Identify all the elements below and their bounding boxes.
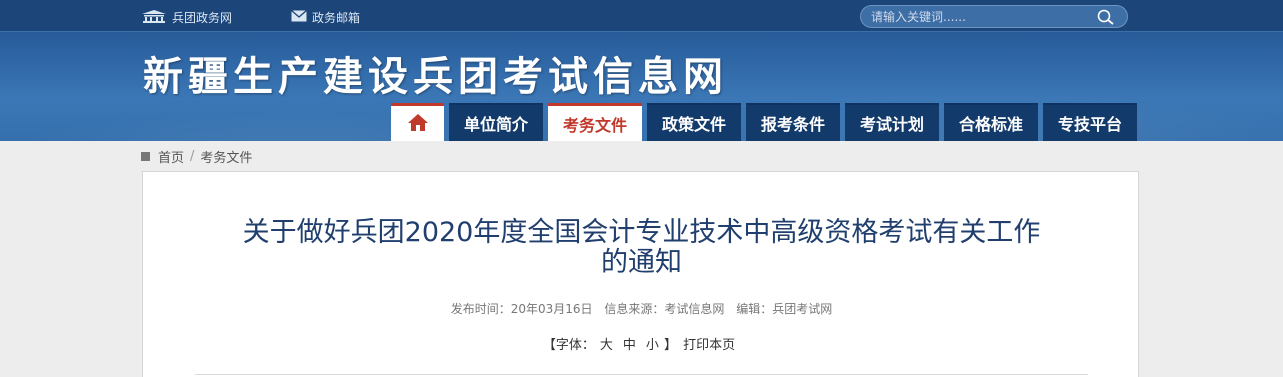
article-title-line-2: 的通知 <box>601 247 682 278</box>
site-title: 新疆生产建设兵团考试信息网 <box>143 53 728 100</box>
link-gov-mail[interactable]: 政务邮箱 <box>291 8 360 26</box>
link-label: 政务邮箱 <box>312 10 361 25</box>
mail-icon <box>291 9 307 25</box>
nav-item-tech-platform[interactable]: 专技平台 <box>1043 103 1137 141</box>
breadcrumb-current[interactable]: 考务文件 <box>200 147 252 166</box>
print-button[interactable]: 打印本页 <box>683 338 735 353</box>
breadcrumb-square-icon <box>141 151 150 161</box>
nav-label: 合格标准 <box>958 115 1023 134</box>
link-label: 兵团政务网 <box>172 10 233 25</box>
nav-label: 考务文件 <box>562 115 627 135</box>
info-source: 信息来源：考试信息网 <box>604 302 725 316</box>
nav-item-unit-intro[interactable]: 单位简介 <box>449 103 543 141</box>
font-small-button[interactable]: 小 <box>646 338 659 353</box>
main-nav: 单位简介 考务文件 政策文件 报考条件 考试计划 合格标准 专技平台 <box>391 103 1142 141</box>
content-divider <box>195 374 1088 375</box>
nav-label: 报考条件 <box>760 115 825 134</box>
font-size-suffix: 】 <box>663 338 677 353</box>
font-large-button[interactable]: 大 <box>600 338 613 353</box>
top-bar: 兵团政务网 政务邮箱 <box>0 0 1283 32</box>
editor: 编辑：兵团考试网 <box>736 302 833 316</box>
breadcrumb-home[interactable]: 首页 <box>158 147 184 166</box>
search-icon[interactable] <box>1097 9 1115 25</box>
government-building-icon <box>141 9 167 26</box>
article-title-line-1: 关于做好兵团2020年度全国会计专业技术中高级资格考试有关工作 <box>242 217 1041 248</box>
site-header: 兵团政务网 政务邮箱 新疆生产建设兵团考试信息网 <box>0 0 1283 141</box>
breadcrumb-separator: / <box>190 148 195 164</box>
nav-label: 单位简介 <box>463 115 528 134</box>
article-title: 关于做好兵团2020年度全国会计专业技术中高级资格考试有关工作 的通知 <box>173 218 1110 278</box>
breadcrumb: 首页 / 考务文件 <box>141 147 252 166</box>
nav-label: 政策文件 <box>661 115 726 134</box>
article-meta: 发布时间：20年03月16日 信息来源：考试信息网 编辑：兵团考试网 <box>143 300 1140 317</box>
nav-label: 专技平台 <box>1057 115 1122 134</box>
nav-item-exam-plan[interactable]: 考试计划 <box>845 103 939 141</box>
home-icon <box>407 112 429 136</box>
link-bingtuan-gov[interactable]: 兵团政务网 <box>141 8 232 26</box>
search-input[interactable] <box>871 8 1091 25</box>
publish-time: 发布时间：20年03月16日 <box>450 302 593 316</box>
nav-item-exam-docs[interactable]: 考务文件 <box>548 103 642 141</box>
font-size-prefix: 【字体： <box>542 338 595 353</box>
article-tools: 【字体： 大中小】 打印本页 <box>143 334 1140 353</box>
nav-home[interactable] <box>391 103 444 141</box>
nav-label: 考试计划 <box>859 115 924 134</box>
nav-item-pass-standard[interactable]: 合格标准 <box>944 103 1038 141</box>
nav-item-eligibility[interactable]: 报考条件 <box>746 103 840 141</box>
font-medium-button[interactable]: 中 <box>623 338 636 353</box>
search-box <box>860 5 1128 28</box>
article-panel: 关于做好兵团2020年度全国会计专业技术中高级资格考试有关工作 的通知 发布时间… <box>142 171 1139 377</box>
nav-item-policy-docs[interactable]: 政策文件 <box>647 103 741 141</box>
